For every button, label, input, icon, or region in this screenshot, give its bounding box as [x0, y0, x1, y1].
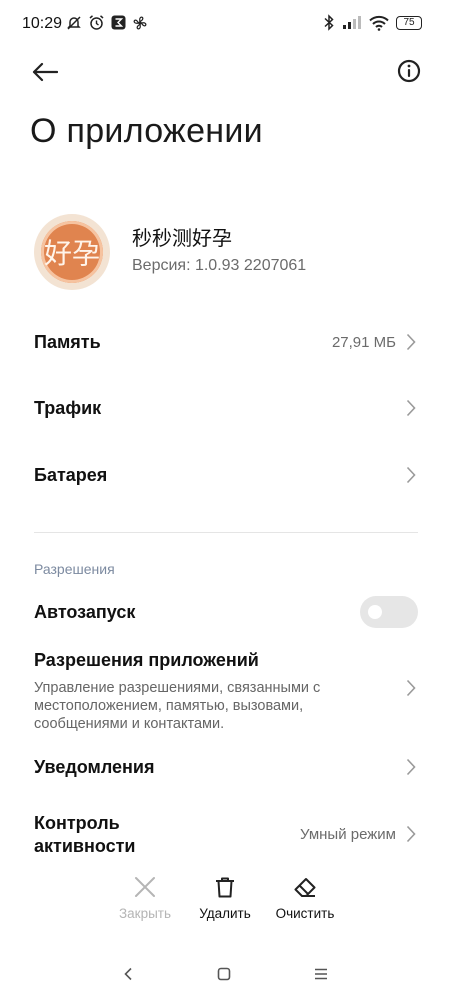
- square-icon: [217, 967, 231, 981]
- chevron-right-icon: [404, 398, 418, 418]
- app-header: 好孕 秒秒测好孕 Версия: 1.0.93 2207061: [34, 210, 424, 290]
- nav-back-button[interactable]: [116, 962, 140, 986]
- nav-home-button[interactable]: [212, 962, 236, 986]
- battery-label: Батарея: [34, 464, 108, 485]
- battery-row[interactable]: Батарея: [34, 459, 418, 491]
- memory-label: Память: [34, 331, 101, 352]
- delete-button[interactable]: Удалить: [180, 876, 270, 921]
- system-nav-bar: [0, 958, 450, 988]
- chevron-right-icon: [404, 824, 418, 844]
- info-icon: [397, 59, 421, 83]
- status-time: 10:29: [22, 15, 63, 32]
- bottom-action-bar: Закрыть Удалить Очистить: [0, 876, 450, 926]
- app-permissions-description: Управление разрешениями, связанными с ме…: [34, 680, 321, 732]
- autostart-toggle[interactable]: [360, 596, 418, 628]
- chevron-right-icon: [404, 678, 418, 698]
- close-icon: [135, 877, 155, 897]
- app-permissions-row[interactable]: Разрешения приложений Управление разреше…: [34, 650, 418, 733]
- toggle-knob: [368, 605, 382, 619]
- arrow-left-icon: [32, 62, 58, 82]
- app-icon-logo: 好孕: [43, 237, 100, 270]
- memory-value: 27,91 МБ: [331, 333, 396, 351]
- app-version: Версия: 1.0.93 2207061: [132, 257, 307, 274]
- eraser-icon: [294, 878, 316, 897]
- page-title: О приложении: [30, 112, 263, 150]
- status-icons-left: [66, 14, 148, 31]
- signal-icon: [343, 16, 361, 29]
- traffic-row[interactable]: Трафик: [34, 392, 418, 424]
- mute-icon: [67, 15, 81, 30]
- memory-row[interactable]: Память 27,91 МБ: [34, 326, 418, 358]
- autostart-row: Автозапуск: [34, 596, 418, 628]
- close-label: Закрыть: [119, 906, 171, 921]
- alarm-icon: [89, 15, 104, 30]
- status-bar: 10:29 75: [0, 0, 450, 50]
- status-icons-right: 75: [323, 14, 422, 31]
- clear-label: Очистить: [275, 906, 335, 921]
- notification-icon: [111, 15, 126, 30]
- section-divider: [34, 532, 418, 533]
- delete-label: Удалить: [199, 906, 251, 921]
- back-button[interactable]: [28, 55, 62, 89]
- clear-button[interactable]: Очистить: [260, 876, 350, 921]
- app-permissions-label: Разрешения приложений: [34, 650, 259, 670]
- trash-icon: [216, 877, 234, 898]
- bluetooth-icon: [324, 14, 334, 31]
- close-button[interactable]: Закрыть: [100, 876, 190, 921]
- notifications-row[interactable]: Уведомления: [34, 751, 418, 783]
- menu-icon: [315, 968, 327, 980]
- info-button[interactable]: [394, 56, 424, 86]
- chevron-left-icon: [124, 967, 132, 981]
- chevron-right-icon: [404, 757, 418, 777]
- activity-control-value: Умный режим: [299, 825, 396, 843]
- battery-icon: 75: [396, 15, 422, 30]
- fan-icon: [133, 16, 147, 29]
- chevron-right-icon: [404, 465, 418, 485]
- permissions-section-title: Разрешения: [34, 561, 115, 577]
- activity-control-label: Контроль активности: [34, 813, 136, 856]
- app-icon: 好孕: [34, 214, 110, 290]
- chevron-right-icon: [404, 332, 418, 352]
- autostart-label: Автозапуск: [34, 601, 136, 622]
- traffic-label: Трафик: [34, 397, 102, 418]
- notifications-label: Уведомления: [34, 756, 155, 777]
- app-name: 秒秒测好孕: [132, 226, 232, 250]
- nav-recents-button[interactable]: [309, 962, 333, 986]
- wifi-icon: [369, 15, 389, 31]
